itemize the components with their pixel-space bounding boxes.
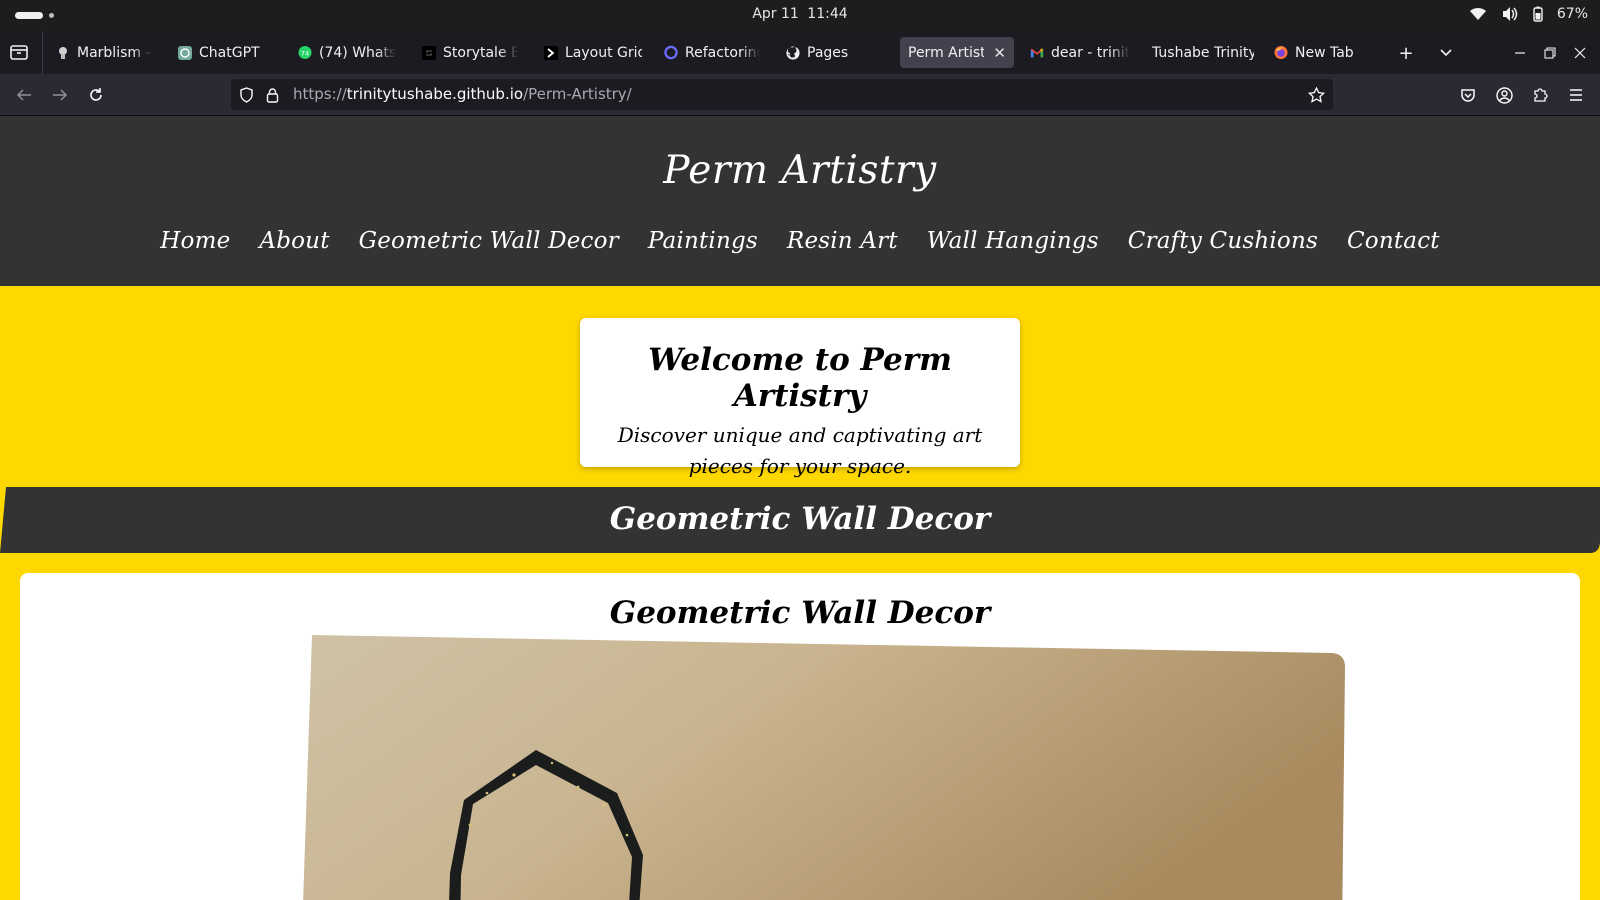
new-tab-plus-icon[interactable]: + — [1394, 41, 1418, 65]
nav-link-geometric-wall-decor[interactable]: Geometric Wall Decor — [359, 228, 619, 254]
nav-link-paintings[interactable]: Paintings — [648, 228, 758, 254]
url-host: trinitytushabe.github.io — [346, 85, 524, 103]
tab-label: New Tab — [1295, 44, 1354, 61]
url-bar[interactable]: https://trinitytushabe.github.io/Perm-Ar… — [231, 79, 1333, 110]
tab-pages[interactable]: Pages — [778, 37, 878, 68]
welcome-heading: Welcome to Perm Artistry — [648, 342, 952, 414]
site-title: Perm Artistry — [663, 148, 937, 193]
tab-strip-divider — [42, 31, 43, 74]
tab-label: ChatGPT — [199, 44, 260, 61]
tab-label: Refactoring — [685, 44, 760, 61]
nav-link-about[interactable]: About — [259, 228, 329, 254]
github-favicon-icon — [786, 45, 800, 60]
tab-whatsapp[interactable]: 74 (74) WhatsA — [290, 37, 404, 68]
tab-label: dear - trinity — [1051, 44, 1130, 61]
site-nav: Home About Geometric Wall Decor Painting… — [0, 228, 1600, 254]
tab-marblism[interactable]: Marblism - L — [48, 37, 160, 68]
account-icon[interactable] — [1492, 83, 1516, 107]
wifi-icon — [1469, 7, 1487, 21]
nav-link-wall-hangings[interactable]: Wall Hangings — [927, 228, 1099, 254]
tab-label: Storytale Br — [443, 44, 518, 61]
tab-layout-grid[interactable]: Layout Grid — [536, 37, 650, 68]
nav-link-contact[interactable]: Contact — [1347, 228, 1440, 254]
os-top-bar: Apr 11 11:44 67% — [0, 0, 1600, 31]
back-arrow-icon[interactable] — [12, 83, 36, 107]
tab-tushabe-trinity[interactable]: Tushabe Trinity — [1144, 37, 1262, 68]
battery-icon — [1533, 6, 1543, 22]
url-text[interactable]: https://trinitytushabe.github.io/Perm-Ar… — [293, 85, 632, 103]
os-date: Apr 11 — [752, 6, 799, 22]
section-heading: Geometric Wall Decor — [609, 501, 991, 537]
restore-window-icon[interactable] — [1538, 41, 1562, 65]
os-clock[interactable]: Apr 11 11:44 — [0, 6, 1600, 22]
system-tray[interactable]: 67% — [1469, 6, 1588, 22]
close-window-icon[interactable] — [1568, 41, 1592, 65]
hamburger-menu-icon[interactable] — [1564, 83, 1588, 107]
battery-percent: 67% — [1556, 6, 1588, 22]
volume-icon — [1501, 6, 1519, 22]
gallery-card: Geometric Wall Decor — [20, 573, 1580, 900]
chatgpt-favicon-icon — [178, 45, 192, 60]
tab-perm-artistry[interactable]: Perm Artistry ✕ — [900, 37, 1014, 68]
tab-storytale[interactable]: Storytale Br — [414, 37, 526, 68]
url-scheme: https:// — [293, 85, 347, 103]
minimize-window-icon[interactable] — [1508, 41, 1532, 65]
tab-refactoring[interactable]: Refactoring — [656, 37, 768, 68]
nav-link-home[interactable]: Home — [160, 228, 230, 254]
tab-label: Pages — [807, 44, 849, 61]
tab-label: (74) WhatsA — [319, 44, 396, 61]
whatsapp-badge: 74 — [301, 49, 309, 57]
lock-icon[interactable] — [263, 86, 281, 104]
navigation-toolbar: https://trinitytushabe.github.io/Perm-Ar… — [0, 74, 1600, 116]
tab-label: Tushabe Trinity — [1152, 44, 1254, 61]
nav-link-crafty-cushions[interactable]: Crafty Cushions — [1128, 228, 1318, 254]
tab-strip: Marblism - L ChatGPT 74 (74) WhatsA Stor… — [0, 31, 1600, 74]
gmail-favicon-icon — [1030, 46, 1044, 60]
geometric-wall-decor-photo[interactable] — [282, 635, 1382, 900]
tracking-protection-shield-icon[interactable] — [237, 86, 255, 104]
extensions-puzzle-icon[interactable] — [1528, 83, 1552, 107]
tab-gmail[interactable]: dear - trinity — [1022, 37, 1138, 68]
os-time: 11:44 — [807, 6, 848, 22]
forward-arrow-icon[interactable] — [48, 83, 72, 107]
marblism-favicon-icon — [56, 46, 70, 60]
welcome-tagline: Discover unique and captivating art piec… — [617, 423, 983, 478]
tab-label: Layout Grid — [565, 44, 642, 61]
refactoring-favicon-icon — [664, 45, 678, 60]
tab-new-tab[interactable]: New Tab — [1266, 37, 1378, 68]
tab-chatgpt[interactable]: ChatGPT — [170, 37, 270, 68]
welcome-card: Welcome to Perm Artistry Discover unique… — [580, 318, 1020, 478]
site-header: Perm Artistry Home About Geometric Wall … — [0, 116, 1600, 286]
list-all-tabs-chevron-icon[interactable] — [1434, 41, 1458, 65]
nav-link-resin-art[interactable]: Resin Art — [787, 228, 898, 254]
bookmark-star-icon[interactable] — [1307, 86, 1325, 104]
storytale-favicon-icon — [422, 45, 436, 60]
firefox-favicon-icon — [1274, 45, 1288, 60]
card-heading: Geometric Wall Decor — [609, 595, 991, 631]
whatsapp-favicon-icon: 74 — [298, 45, 312, 60]
tab-label: Marblism - L — [77, 44, 152, 61]
reload-icon[interactable] — [84, 83, 108, 107]
tab-label: Perm Artistry — [908, 44, 985, 61]
pocket-icon[interactable] — [1456, 83, 1480, 107]
web-page: Perm Artistry Home About Geometric Wall … — [0, 116, 1600, 900]
layout-grid-favicon-icon — [544, 45, 558, 60]
url-path: /Perm-Artistry/ — [523, 85, 632, 103]
close-tab-icon[interactable]: ✕ — [993, 44, 1006, 62]
firefox-view-button[interactable] — [8, 42, 32, 64]
section-banner: Geometric Wall Decor — [0, 487, 1600, 553]
